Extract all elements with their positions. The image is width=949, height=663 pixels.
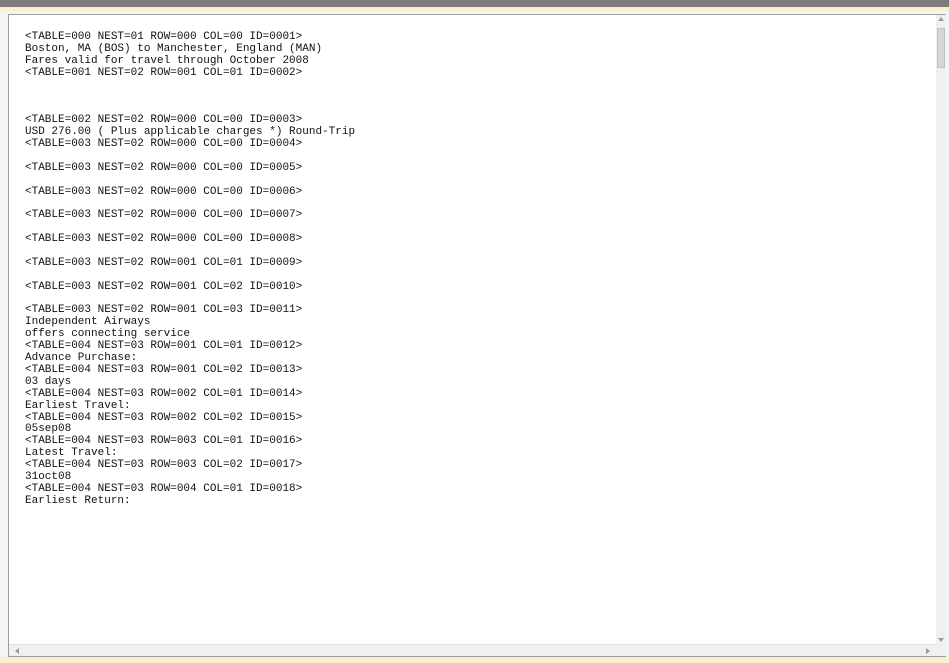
editor-line: <TABLE=001 NEST=02 ROW=001 COL=01 ID=000… xyxy=(25,66,303,79)
editor-line: 03 days xyxy=(25,375,72,388)
horizontal-scrollbar[interactable] xyxy=(9,644,936,656)
editor-line: Earliest Return: xyxy=(25,494,131,507)
editor-line: <TABLE=003 NEST=02 ROW=001 COL=01 ID=000… xyxy=(25,256,303,269)
scrollbar-corner xyxy=(936,644,946,656)
text-editor[interactable]: <TABLE=000 NEST=01 ROW=000 COL=00 ID=000… xyxy=(8,14,946,657)
vertical-scrollbar[interactable] xyxy=(936,15,946,644)
editor-line: <TABLE=004 NEST=03 ROW=003 COL=02 ID=001… xyxy=(25,459,303,472)
editor-line: Boston, MA (BOS) to Manchester, England … xyxy=(25,42,323,55)
editor-line: <TABLE=004 NEST=03 ROW=004 COL=01 ID=001… xyxy=(25,482,303,495)
editor-line: Earliest Travel: xyxy=(25,399,131,412)
window-top-border xyxy=(0,0,949,11)
window-bottom-border xyxy=(0,657,949,663)
scroll-down-icon[interactable] xyxy=(938,638,944,642)
editor-line: <TABLE=004 NEST=03 ROW=002 COL=02 ID=001… xyxy=(25,411,303,424)
editor-text-area[interactable]: <TABLE=000 NEST=01 ROW=000 COL=00 ID=000… xyxy=(9,15,936,644)
editor-line: <TABLE=003 NEST=02 ROW=000 COL=00 ID=000… xyxy=(25,185,303,198)
vertical-scroll-thumb[interactable] xyxy=(937,28,945,68)
editor-content: <TABLE=000 NEST=01 ROW=000 COL=00 ID=000… xyxy=(25,31,355,508)
editor-line: <TABLE=004 NEST=03 ROW=001 COL=02 ID=001… xyxy=(25,363,303,376)
scroll-left-icon[interactable] xyxy=(15,648,19,654)
editor-line: Fares valid for travel through October 2… xyxy=(25,54,309,67)
editor-line: <TABLE=003 NEST=02 ROW=000 COL=00 ID=000… xyxy=(25,233,303,246)
editor-line: <TABLE=003 NEST=02 ROW=000 COL=00 ID=000… xyxy=(25,209,303,222)
editor-line: <TABLE=003 NEST=02 ROW=001 COL=02 ID=001… xyxy=(25,280,303,293)
editor-line: <TABLE=003 NEST=02 ROW=000 COL=00 ID=000… xyxy=(25,161,303,174)
scroll-up-icon[interactable] xyxy=(938,17,944,21)
editor-line: <TABLE=003 NEST=02 ROW=000 COL=00 ID=000… xyxy=(25,138,303,151)
editor-line: <TABLE=004 NEST=03 ROW=002 COL=01 ID=001… xyxy=(25,387,303,400)
scroll-right-icon[interactable] xyxy=(926,648,930,654)
